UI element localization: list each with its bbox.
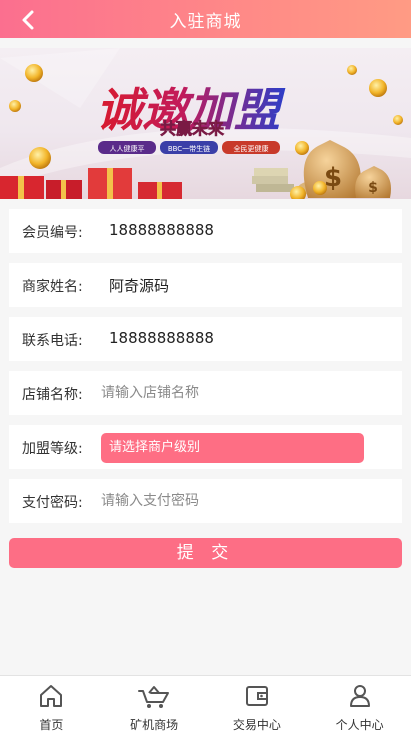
tab-mining-mall-label: 矿机商场: [130, 718, 179, 732]
member-id-label: 会员编号:: [22, 225, 83, 241]
top-bar: 入驻商城: [0, 0, 411, 38]
tab-profile[interactable]: 个人中心: [308, 676, 411, 734]
tab-profile-label: 个人中心: [335, 718, 384, 732]
tab-home[interactable]: 首页: [0, 676, 103, 734]
home-icon: [40, 685, 63, 707]
shop-name-row: 店铺名称:: [9, 371, 402, 415]
member-id-row: 会员编号: 18888888888: [9, 209, 402, 253]
level-row: 加盟等级: 请选择商户级别: [9, 425, 402, 469]
banner-pill-2: BBC一带生链: [168, 144, 210, 153]
tab-trade-center-label: 交易中心: [232, 718, 281, 732]
level-label: 加盟等级:: [22, 441, 83, 457]
tab-trade-center[interactable]: 交易中心: [206, 676, 309, 734]
banner-pill-1: 人人健康平: [110, 144, 145, 153]
phone-row: 联系电话: 18888888888: [9, 317, 402, 361]
pay-password-row: 支付密码:: [9, 479, 402, 523]
tab-mining-mall[interactable]: 矿机商场: [103, 676, 206, 734]
svg-text:$: $: [368, 180, 378, 196]
bottom-tab-bar: 首页 矿机商场 交易中心 个人中心: [0, 675, 411, 734]
promo-banner: 诚邀加盟 共赢未来 人人健康平 BBC一带生链 全民更健康 $ $: [0, 48, 411, 199]
page-title: 入驻商城: [169, 11, 242, 32]
user-icon: [349, 685, 370, 707]
shop-name-input[interactable]: [101, 381, 381, 405]
banner-artwork: 诚邀加盟 共赢未来 人人健康平 BBC一带生链 全民更健康 $ $: [0, 48, 411, 199]
submit-button[interactable]: 提 交: [9, 538, 402, 568]
phone-label: 联系电话:: [22, 333, 83, 349]
chevron-left-icon: [22, 10, 34, 30]
banner-subheadline: 共赢未来: [160, 119, 225, 138]
member-id-value: 18888888888: [109, 221, 214, 239]
shop-name-label: 店铺名称:: [22, 387, 83, 403]
wallet-icon: [245, 686, 268, 706]
tab-home-label: 首页: [39, 718, 64, 732]
pay-password-input[interactable]: [101, 489, 381, 513]
mining-cart-icon: [138, 686, 170, 708]
phone-value: 18888888888: [109, 329, 214, 347]
merchant-name-label: 商家姓名:: [22, 279, 83, 295]
merchant-name-value: 阿奇源码: [109, 277, 170, 295]
back-button[interactable]: [18, 9, 40, 31]
level-select[interactable]: 请选择商户级别: [101, 433, 364, 463]
banner-pill-3: 全民更健康: [234, 144, 269, 153]
merchant-name-row: 商家姓名: 阿奇源码: [9, 263, 402, 307]
pay-password-label: 支付密码:: [22, 495, 83, 511]
